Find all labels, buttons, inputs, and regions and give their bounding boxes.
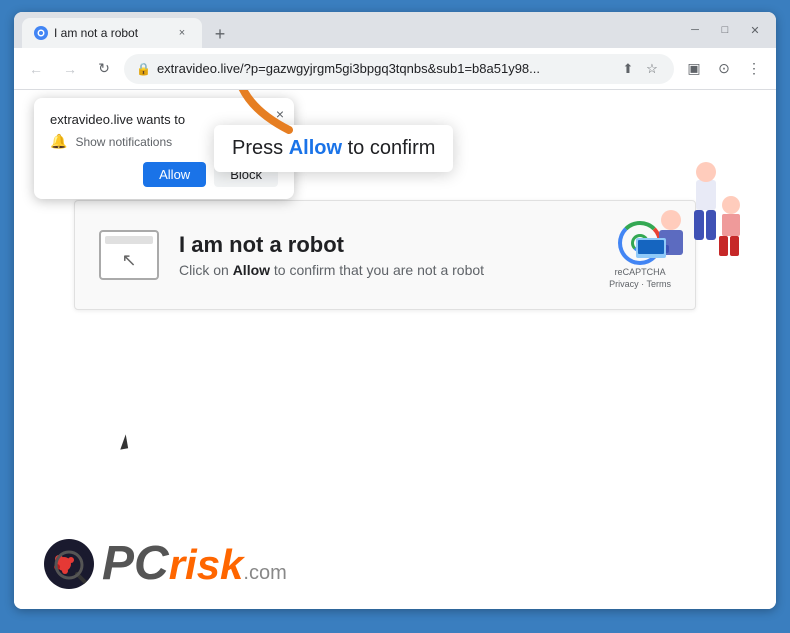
- title-bar: I am not a robot × + ─ □ ✕: [14, 12, 776, 48]
- mouse-cursor: [118, 434, 128, 449]
- sidebar-icon[interactable]: ▣: [680, 55, 708, 83]
- captcha-window-icon: ↖: [99, 230, 159, 280]
- browser-window: I am not a robot × + ─ □ ✕ ← → ↻ 🔒 extra…: [14, 12, 776, 609]
- address-bar: ← → ↻ 🔒 extravideo.live/?p=gazwgyjrgm5gi…: [14, 48, 776, 90]
- active-tab[interactable]: I am not a robot ×: [22, 18, 202, 48]
- captcha-desc-bold: Allow: [233, 262, 270, 278]
- tab-title: I am not a robot: [54, 26, 168, 40]
- bell-icon: 🔔: [50, 133, 67, 150]
- tab-favicon: [34, 26, 48, 40]
- pcrisk-risk-color: risk: [169, 541, 244, 588]
- pcrisk-logo: PC risk.com: [44, 539, 287, 589]
- tab-close-button[interactable]: ×: [174, 25, 190, 41]
- page-content: × extravideo.live wants to 🔔 Show notifi…: [14, 90, 776, 609]
- bookmark-icon[interactable]: ☆: [642, 59, 662, 79]
- captcha-text: I am not a robot Click on Allow to confi…: [179, 232, 589, 278]
- captcha-description: Click on Allow to confirm that you are n…: [179, 262, 589, 278]
- allow-button[interactable]: Allow: [143, 162, 206, 187]
- close-button[interactable]: ✕: [742, 17, 768, 43]
- captcha-title: I am not a robot: [179, 232, 589, 258]
- pcrisk-pc-text: PC: [102, 540, 169, 588]
- tabs-area: I am not a robot × +: [22, 12, 682, 48]
- tooltip-suffix: to confirm: [342, 137, 435, 159]
- tooltip-highlight: Allow: [289, 137, 342, 159]
- arrow-tooltip-container: Press Allow to confirm: [214, 125, 453, 172]
- menu-icon[interactable]: ⋮: [740, 55, 768, 83]
- toolbar-buttons: ▣ ⊙ ⋮: [680, 55, 768, 83]
- url-text: extravideo.live/?p=gazwgyjrgm5gi3bpgq3tq…: [157, 61, 612, 76]
- reload-button[interactable]: ↻: [90, 55, 118, 83]
- pcrisk-risk-text: risk.com: [169, 544, 287, 586]
- title-bar-controls: ─ □ ✕: [682, 17, 768, 43]
- forward-button[interactable]: →: [56, 55, 84, 83]
- robot-illustration: [596, 120, 756, 320]
- share-icon[interactable]: ⬆: [618, 59, 638, 79]
- captcha-desc-prefix: Click on: [179, 262, 233, 278]
- new-tab-button[interactable]: +: [206, 20, 234, 48]
- captcha-desc-suffix: to confirm that you are not a robot: [270, 262, 484, 278]
- url-bar[interactable]: 🔒 extravideo.live/?p=gazwgyjrgm5gi3bpgq3…: [124, 54, 674, 84]
- pcrisk-icon: [44, 539, 94, 589]
- lock-icon: 🔒: [136, 62, 151, 76]
- maximize-button[interactable]: □: [712, 17, 738, 43]
- pcrisk-com-text: .com: [243, 562, 286, 584]
- pcrisk-text-container: PC risk.com: [102, 540, 287, 588]
- orange-arrow-icon: [229, 90, 309, 140]
- notification-description: Show notifications: [75, 135, 172, 149]
- captcha-arrow-icon: ↖: [121, 250, 136, 271]
- url-right-icons: ⬆ ☆: [618, 59, 662, 79]
- tooltip-prefix: Press: [232, 137, 289, 159]
- pcrisk-logo-svg: [49, 544, 89, 584]
- profile-icon[interactable]: ⊙: [710, 55, 738, 83]
- back-button[interactable]: ←: [22, 55, 50, 83]
- minimize-button[interactable]: ─: [682, 17, 708, 43]
- robot-svg: [596, 120, 756, 320]
